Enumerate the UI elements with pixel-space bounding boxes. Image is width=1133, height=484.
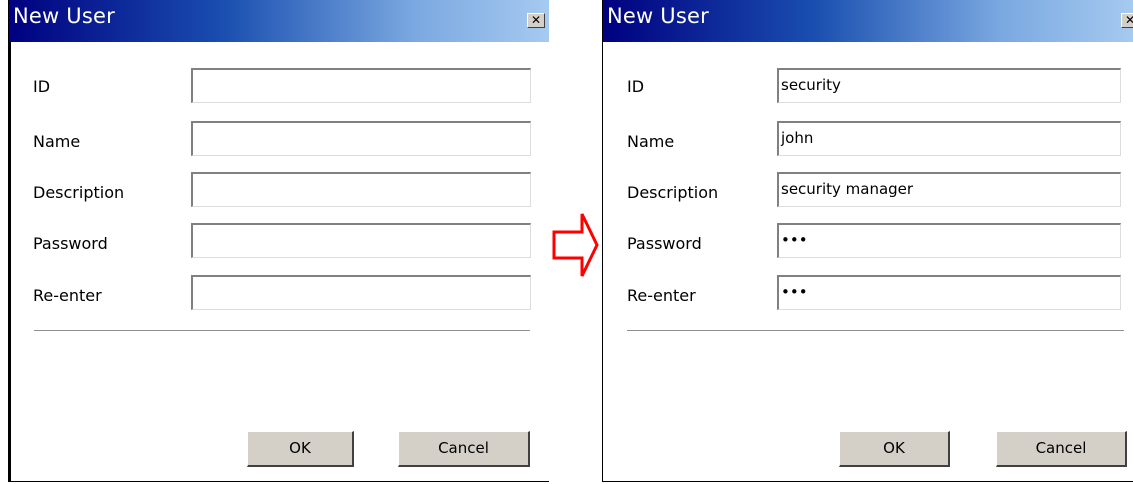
password-input[interactable] — [191, 223, 531, 258]
reenter-label: Re-enter — [627, 286, 696, 305]
reenter-password-input[interactable] — [191, 275, 531, 310]
reenter-password-input[interactable]: ••• — [777, 275, 1121, 310]
description-input[interactable] — [191, 172, 531, 207]
description-label: Description — [33, 183, 125, 202]
separator — [34, 330, 530, 332]
ok-button[interactable]: OK — [839, 431, 950, 467]
separator — [627, 330, 1124, 332]
close-button[interactable]: ✕ — [527, 13, 545, 28]
title-bar[interactable]: New User ✕ — [603, 0, 1133, 42]
name-input[interactable]: john — [777, 121, 1121, 156]
password-label: Password — [33, 234, 108, 253]
new-user-dialog-filled: New User ✕ ID security Name john Descrip… — [602, 0, 1133, 482]
description-input[interactable]: security manager — [777, 172, 1121, 207]
name-label: Name — [33, 132, 81, 151]
cancel-button[interactable]: Cancel — [398, 431, 530, 467]
dialog-title: New User — [13, 4, 115, 28]
right-arrow-icon — [552, 213, 599, 277]
close-icon: ✕ — [530, 13, 542, 27]
reenter-label: Re-enter — [33, 286, 102, 305]
dialog-title: New User — [607, 4, 709, 28]
title-bar[interactable]: New User ✕ — [9, 0, 549, 42]
id-label: ID — [33, 77, 51, 96]
description-label: Description — [627, 183, 719, 202]
password-input[interactable]: ••• — [777, 223, 1121, 258]
cancel-button[interactable]: Cancel — [996, 431, 1127, 467]
id-input[interactable] — [191, 68, 531, 103]
close-icon: ✕ — [1125, 13, 1133, 27]
ok-button[interactable]: OK — [247, 431, 354, 467]
close-button[interactable]: ✕ — [1121, 13, 1133, 28]
new-user-dialog-empty: New User ✕ ID Name Description Password … — [8, 0, 549, 482]
name-input[interactable] — [191, 121, 531, 156]
password-label: Password — [627, 234, 702, 253]
id-input[interactable]: security — [777, 68, 1121, 103]
id-label: ID — [627, 77, 645, 96]
name-label: Name — [627, 132, 675, 151]
